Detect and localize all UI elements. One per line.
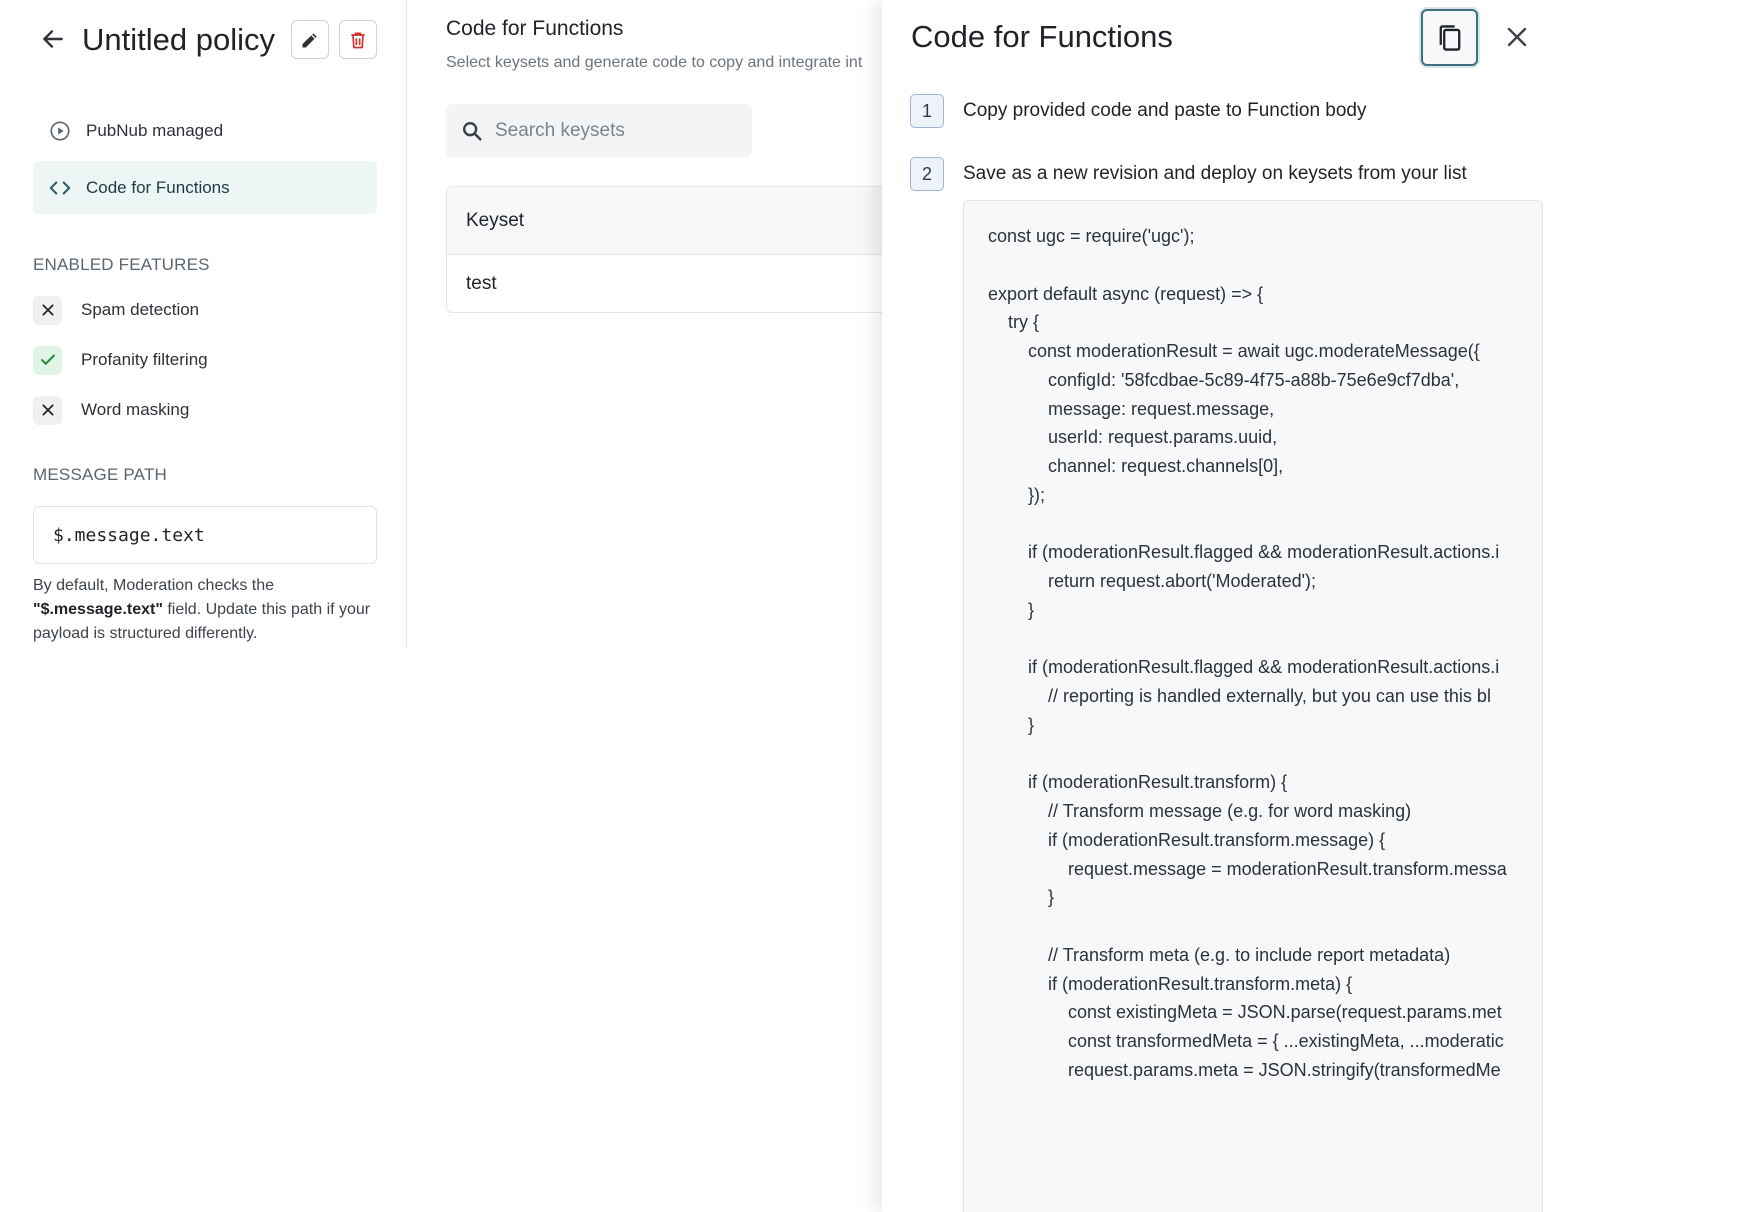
code-drawer: Code for Functions 1 Copy provided code … (882, 0, 1746, 1212)
close-button[interactable] (1500, 20, 1534, 54)
feature-label: Spam detection (81, 300, 200, 319)
page-subtitle: Select keysets and generate code to copy… (446, 54, 863, 71)
edit-button[interactable] (291, 20, 329, 59)
feature-profanity-filtering: Profanity filtering (33, 345, 208, 375)
play-circle-icon (49, 120, 71, 142)
help-text-path: "$.message.text" (33, 601, 163, 618)
message-path-input[interactable]: $.message.text (33, 506, 377, 564)
trash-icon (351, 32, 365, 48)
enabled-features-heading: ENABLED FEATURES (33, 255, 210, 274)
feature-word-masking: Word masking (33, 395, 189, 425)
message-path-help: By default, Moderation checks the "$.mes… (33, 574, 373, 646)
help-text-prefix: By default, Moderation checks the (33, 577, 275, 594)
policy-sidebar: Untitled policy PubNub managed Code for … (0, 0, 407, 648)
policy-title: Untitled policy (82, 22, 275, 57)
page-title: Code for Functions (446, 17, 624, 40)
search-placeholder: Search keysets (495, 119, 625, 141)
copy-button[interactable] (1421, 9, 1478, 66)
keyset-table: Keyset test (446, 186, 906, 313)
message-path-heading: MESSAGE PATH (33, 465, 168, 484)
copy-icon (1439, 24, 1460, 51)
search-icon (463, 121, 482, 141)
nav-item-pubnub-managed[interactable]: PubNub managed (33, 104, 377, 157)
arrow-left-icon (43, 30, 63, 48)
function-code: const ugc = require('ugc'); export defau… (988, 226, 1507, 1080)
close-icon (1507, 27, 1527, 47)
code-icon (49, 177, 71, 199)
close-icon (33, 395, 62, 425)
step-text: Save as a new revision and deploy on key… (963, 163, 1467, 184)
nav-item-label: Code for Functions (86, 177, 230, 197)
search-keysets-input[interactable]: Search keysets (446, 104, 752, 157)
feature-label: Profanity filtering (81, 350, 208, 369)
step-1: 1 Copy provided code and paste to Functi… (910, 94, 1367, 128)
step-number: 2 (910, 157, 944, 191)
table-header-keyset: Keyset (447, 187, 905, 255)
step-2: 2 Save as a new revision and deploy on k… (910, 157, 1467, 191)
table-row[interactable]: test (447, 255, 905, 312)
step-text: Copy provided code and paste to Function… (963, 100, 1367, 121)
delete-button[interactable] (339, 20, 377, 59)
feature-spam-detection: Spam detection (33, 295, 199, 325)
drawer-title: Code for Functions (911, 19, 1173, 54)
back-button[interactable] (36, 22, 70, 56)
pencil-icon (302, 32, 317, 47)
code-block[interactable]: const ugc = require('ugc'); export defau… (963, 200, 1543, 1212)
check-icon (33, 345, 62, 375)
close-icon (33, 295, 62, 325)
step-number: 1 (910, 94, 944, 128)
feature-label: Word masking (81, 400, 190, 419)
nav-item-label: PubNub managed (86, 120, 224, 140)
nav-item-code-for-functions[interactable]: Code for Functions (33, 161, 377, 214)
